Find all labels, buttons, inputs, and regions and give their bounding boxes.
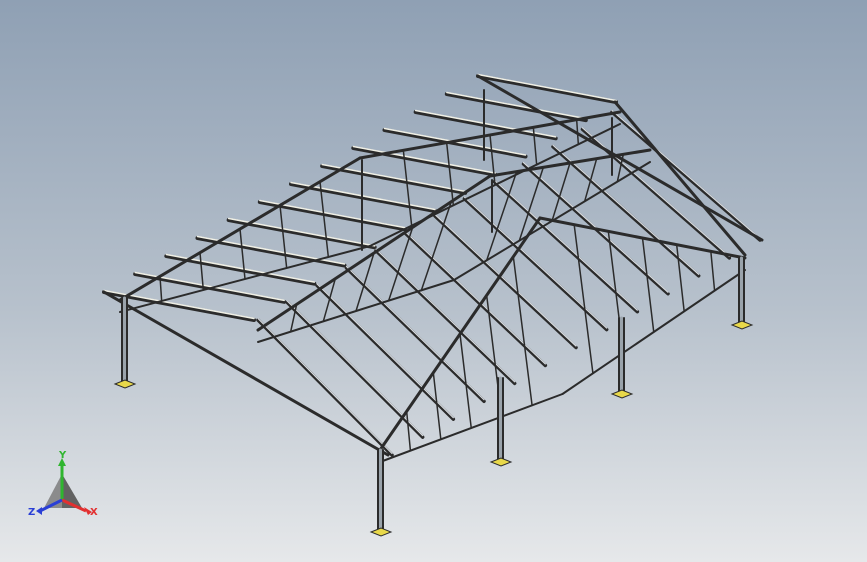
- x-axis-label: X: [90, 507, 98, 518]
- graphics-viewport[interactable]: Y X Z: [0, 0, 867, 562]
- reference-triad: Y X Z: [28, 450, 98, 518]
- y-axis-label: Y: [58, 450, 67, 461]
- z-axis-label: Z: [28, 507, 35, 518]
